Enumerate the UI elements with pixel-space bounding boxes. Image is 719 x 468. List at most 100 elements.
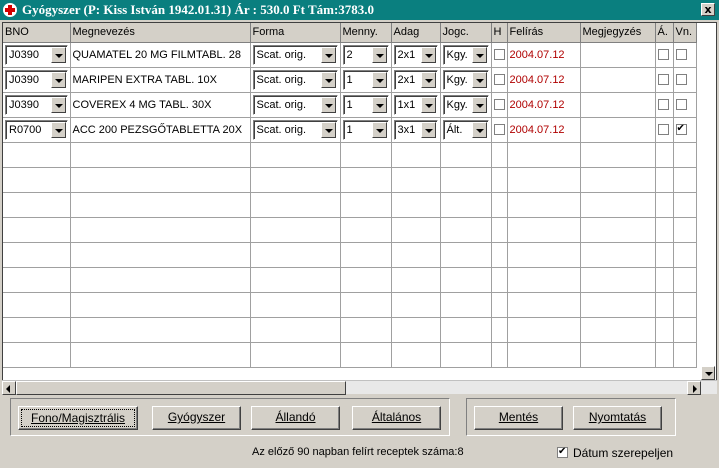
table-row[interactable]: R0700 ACC 200 PEZSGŐTABLETTA 20X Scat. ori… xyxy=(3,117,697,143)
table-cell[interactable]: Kgy. xyxy=(440,67,492,93)
dropdown-arrow-icon[interactable] xyxy=(471,71,487,88)
table-cell[interactable] xyxy=(391,292,441,318)
table-cell[interactable] xyxy=(440,267,492,293)
h-checkbox[interactable] xyxy=(493,74,505,86)
mentes-button[interactable]: Mentés xyxy=(474,406,563,430)
table-cell[interactable]: J0390 xyxy=(3,92,71,118)
fono-magisztralis-button[interactable]: Fono/Magisztrális xyxy=(18,406,138,430)
table-cell[interactable] xyxy=(491,217,508,243)
table-cell[interactable] xyxy=(250,292,341,318)
dropdown-arrow-icon[interactable] xyxy=(50,46,66,63)
h-checkbox[interactable] xyxy=(493,49,505,61)
column-header[interactable]: Vn. xyxy=(673,23,697,43)
table-cell[interactable] xyxy=(673,267,697,293)
table-cell[interactable]: R0700 xyxy=(3,117,71,143)
table-cell[interactable] xyxy=(655,242,674,268)
table-cell[interactable]: 2004.07.12 xyxy=(507,42,581,68)
table-cell[interactable]: COVEREX 4 MG TABL. 30X xyxy=(70,92,251,118)
table-cell[interactable] xyxy=(340,292,392,318)
altalanos-button[interactable]: Általános xyxy=(352,406,441,430)
a-checkbox[interactable] xyxy=(657,49,669,61)
dropdown-arrow-icon[interactable] xyxy=(320,121,336,138)
dropdown-arrow-icon[interactable] xyxy=(320,46,336,63)
dropdown-arrow-icon[interactable] xyxy=(320,71,336,88)
table-cell[interactable] xyxy=(655,42,674,68)
table-cell[interactable] xyxy=(580,42,656,68)
table-cell[interactable]: 3x1 xyxy=(391,117,441,143)
table-cell[interactable] xyxy=(507,192,581,218)
table-cell[interactable] xyxy=(70,142,251,168)
table-cell[interactable] xyxy=(391,167,441,193)
table-cell[interactable] xyxy=(3,217,71,243)
table-cell[interactable]: Scat. orig. xyxy=(250,67,341,93)
table-cell[interactable] xyxy=(507,167,581,193)
table-cell[interactable]: 1 xyxy=(340,67,392,93)
dropdown-arrow-icon[interactable] xyxy=(471,96,487,113)
table-cell[interactable] xyxy=(580,167,656,193)
empty-row[interactable] xyxy=(3,192,697,218)
table-cell[interactable] xyxy=(655,342,674,368)
table-cell[interactable]: Ált. xyxy=(440,117,492,143)
table-cell[interactable]: 2 xyxy=(340,42,392,68)
table-cell[interactable]: 2004.07.12 xyxy=(507,67,581,93)
table-cell[interactable] xyxy=(507,217,581,243)
dropdown-arrow-icon[interactable] xyxy=(50,121,66,138)
table-cell[interactable] xyxy=(340,317,392,343)
h-checkbox[interactable] xyxy=(493,99,505,111)
table-cell[interactable] xyxy=(580,292,656,318)
table-cell[interactable] xyxy=(440,342,492,368)
table-cell[interactable] xyxy=(440,242,492,268)
dropdown-arrow-icon[interactable] xyxy=(50,96,66,113)
vn-checkbox[interactable] xyxy=(675,49,687,61)
table-cell[interactable] xyxy=(673,167,697,193)
table-cell[interactable] xyxy=(70,167,251,193)
forma-select[interactable]: Scat. orig. xyxy=(252,44,338,65)
jogc-select[interactable]: Kgy. xyxy=(442,44,489,65)
a-checkbox[interactable] xyxy=(657,74,669,86)
table-cell[interactable] xyxy=(580,117,656,143)
column-header[interactable]: Megnevezés xyxy=(70,23,251,43)
table-cell[interactable] xyxy=(673,142,697,168)
table-row[interactable]: J0390 QUAMATEL 20 MG FILMTABL. 28 Scat. or… xyxy=(3,42,697,68)
table-cell[interactable] xyxy=(655,217,674,243)
table-cell[interactable] xyxy=(440,142,492,168)
table-cell[interactable] xyxy=(491,167,508,193)
column-header[interactable]: Á. xyxy=(655,23,674,43)
table-cell[interactable] xyxy=(580,192,656,218)
table-cell[interactable] xyxy=(507,267,581,293)
table-cell[interactable] xyxy=(70,192,251,218)
table-cell[interactable] xyxy=(250,167,341,193)
table-cell[interactable] xyxy=(507,142,581,168)
table-cell[interactable] xyxy=(391,317,441,343)
table-cell[interactable] xyxy=(673,92,697,118)
table-cell[interactable] xyxy=(673,192,697,218)
dropdown-arrow-icon[interactable] xyxy=(420,71,436,88)
adag-select[interactable]: 1x1 xyxy=(393,94,438,115)
table-cell[interactable] xyxy=(440,192,492,218)
table-cell[interactable] xyxy=(655,167,674,193)
table-cell[interactable] xyxy=(673,117,697,143)
menny-select[interactable]: 1 xyxy=(342,119,389,140)
table-cell[interactable]: MARIPEN EXTRA TABL. 10X xyxy=(70,67,251,93)
table-cell[interactable] xyxy=(3,192,71,218)
adag-select[interactable]: 3x1 xyxy=(393,119,438,140)
empty-row[interactable] xyxy=(3,342,697,368)
table-cell[interactable]: Scat. orig. xyxy=(250,92,341,118)
table-cell[interactable]: J0390 xyxy=(3,42,71,68)
table-cell[interactable] xyxy=(340,167,392,193)
table-cell[interactable]: Kgy. xyxy=(440,42,492,68)
empty-row[interactable] xyxy=(3,167,697,193)
table-cell[interactable]: Scat. orig. xyxy=(250,42,341,68)
table-cell[interactable] xyxy=(655,117,674,143)
table-cell[interactable] xyxy=(673,217,697,243)
table-cell[interactable] xyxy=(3,142,71,168)
datum-check-icon[interactable] xyxy=(557,446,568,458)
empty-row[interactable] xyxy=(3,317,697,343)
table-cell[interactable] xyxy=(391,267,441,293)
table-cell[interactable]: 2x1 xyxy=(391,67,441,93)
table-cell[interactable] xyxy=(580,217,656,243)
table-cell[interactable] xyxy=(250,192,341,218)
table-cell[interactable] xyxy=(3,167,71,193)
table-cell[interactable] xyxy=(580,67,656,93)
table-cell[interactable] xyxy=(70,267,251,293)
